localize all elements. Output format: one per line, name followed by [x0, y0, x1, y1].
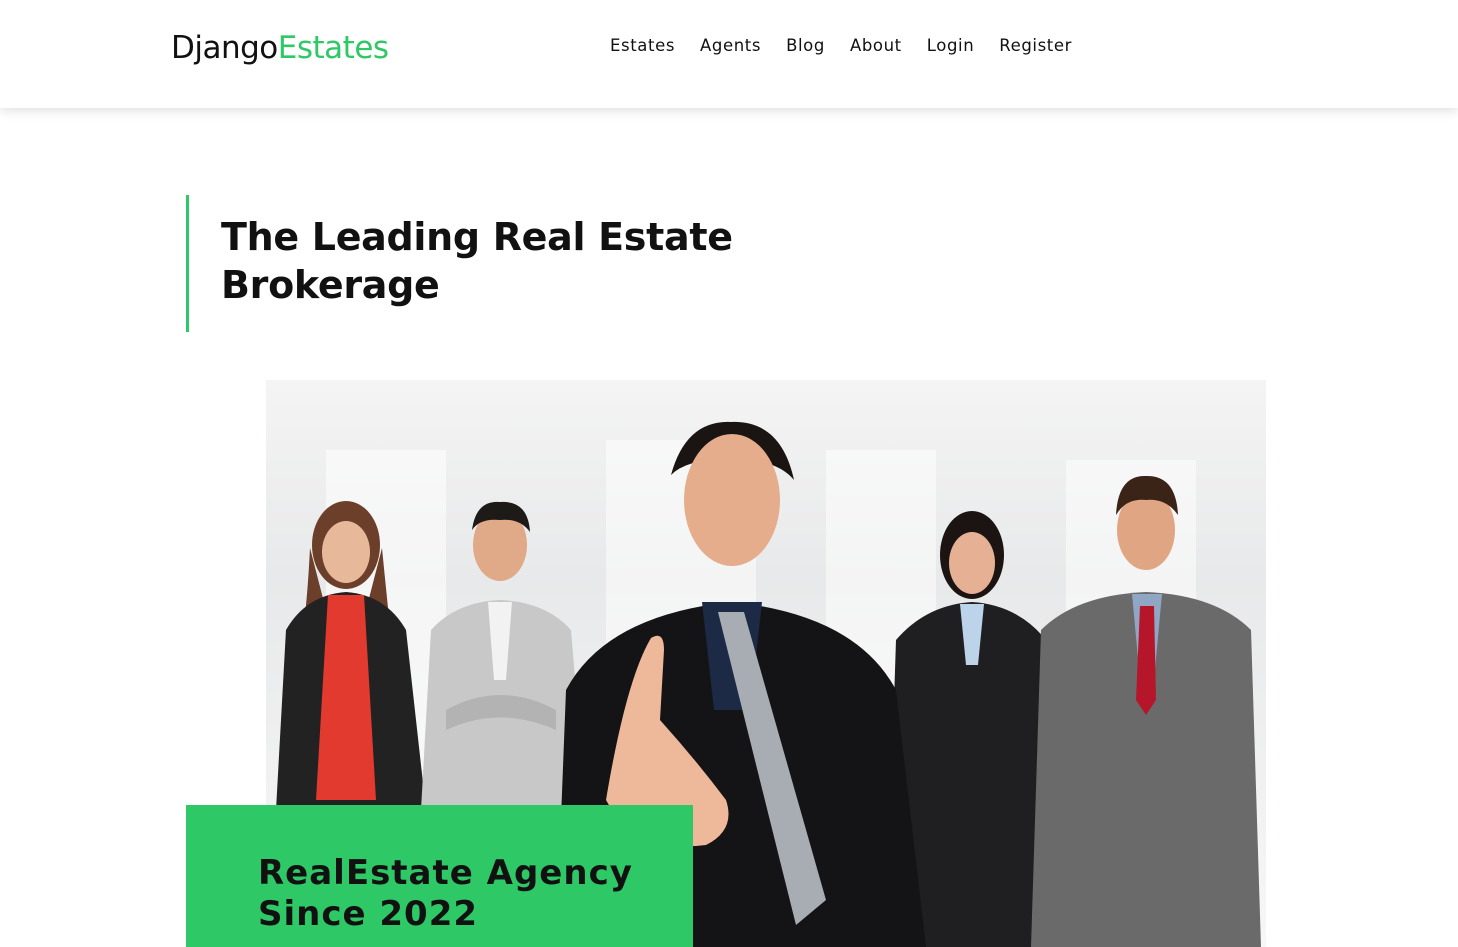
- nav-link-login[interactable]: Login: [927, 36, 975, 55]
- nav-item-register: Register: [999, 36, 1072, 55]
- nav-link-blog[interactable]: Blog: [786, 36, 825, 55]
- brand-name-part2: Estates: [277, 30, 389, 66]
- nav-link-register[interactable]: Register: [999, 36, 1072, 55]
- nav-link-agents[interactable]: Agents: [700, 36, 761, 55]
- nav-link-estates[interactable]: Estates: [610, 36, 675, 55]
- nav-link-about[interactable]: About: [850, 36, 902, 55]
- badge-line-1: RealEstate Agency: [258, 853, 633, 893]
- nav-item-estates: Estates: [610, 36, 675, 55]
- badge-line-2: Since 2022: [258, 894, 479, 934]
- nav-item-agents: Agents: [700, 36, 761, 55]
- hero-headline: The Leading Real Estate Brokerage: [221, 213, 746, 309]
- headline-line-2: Brokerage: [221, 263, 440, 307]
- nav-menu: Estates Agents Blog About Login Register: [610, 36, 1072, 55]
- nav-item-login: Login: [927, 36, 975, 55]
- agency-badge: RealEstate Agency Since 2022: [186, 805, 693, 947]
- brand-logo[interactable]: DjangoEstates: [171, 30, 389, 66]
- agency-badge-text: RealEstate Agency Since 2022: [258, 853, 693, 935]
- hero-headline-block: The Leading Real Estate Brokerage: [186, 195, 746, 332]
- headline-line-1: The Leading Real Estate: [221, 215, 733, 259]
- brand-name-part1: Django: [171, 30, 278, 66]
- navbar: DjangoEstates Estates Agents Blog About …: [0, 0, 1458, 108]
- nav-item-blog: Blog: [786, 36, 825, 55]
- nav-item-about: About: [850, 36, 902, 55]
